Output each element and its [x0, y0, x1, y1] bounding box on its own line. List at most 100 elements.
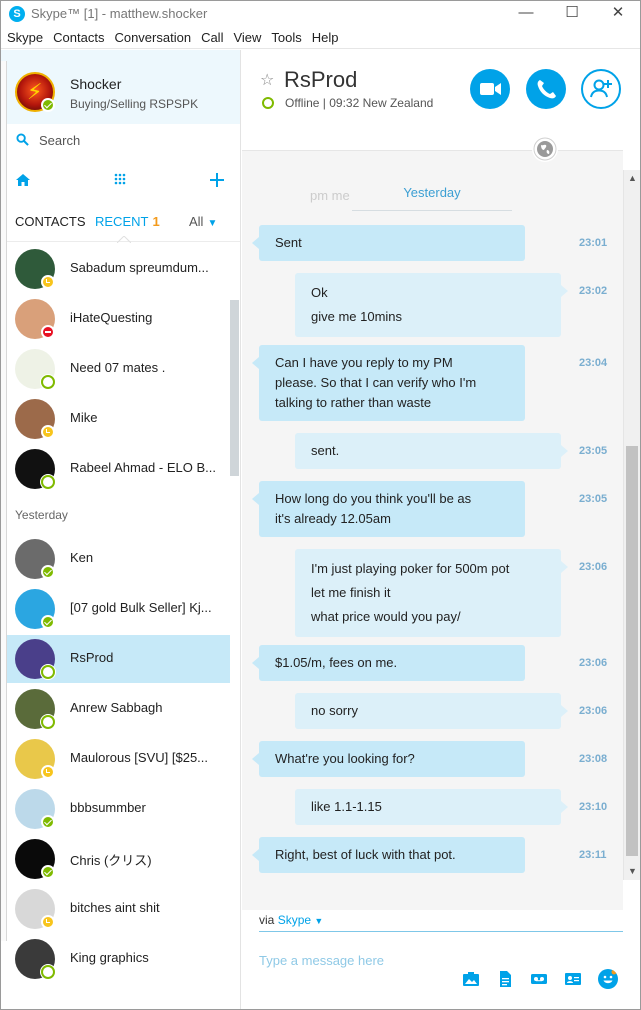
menu-conversation[interactable]: Conversation — [109, 29, 196, 47]
message-scrollbar[interactable]: ▲ ▼ — [623, 170, 640, 880]
recent-count-badge: 1 — [152, 214, 160, 229]
incoming-message-bubble[interactable]: Sent — [252, 225, 525, 261]
menu-call[interactable]: Call — [196, 29, 228, 47]
phone-icon — [537, 80, 556, 99]
contact-item[interactable]: Rabeel Ahmad - ELO B... — [7, 445, 230, 493]
contact-item[interactable]: Ken — [7, 535, 230, 583]
message-timestamp: 23:08 — [579, 753, 608, 765]
message-text: sent. — [311, 443, 340, 458]
composer-divider — [259, 931, 623, 932]
audio-call-button[interactable] — [526, 69, 566, 109]
contact-item[interactable]: Maulorous [SVU] [$25... — [7, 735, 230, 783]
contact-item[interactable]: Need 07 mates . — [7, 345, 230, 393]
contact-item[interactable]: iHateQuesting — [7, 295, 230, 343]
faded-message-text: pm me — [310, 188, 350, 203]
contact-name: Sabadum spreumdum... — [70, 260, 209, 275]
outgoing-message-bubble[interactable]: Ok give me 10mins — [295, 273, 568, 337]
contact-name: King graphics — [70, 950, 149, 965]
message-input[interactable] — [259, 949, 559, 971]
message-text: Right, best of luck with that pot. — [275, 847, 456, 862]
send-via-selector[interactable]: via Skype ▼ — [259, 913, 323, 927]
skype-app-icon: S — [9, 6, 25, 22]
incoming-message-bubble[interactable]: How long do you think you'll be as it's a… — [252, 481, 525, 537]
dialpad-icon[interactable] — [110, 170, 130, 190]
tab-recent[interactable]: RECENT 1 — [95, 214, 160, 229]
video-camera-icon — [480, 83, 501, 95]
add-plus-icon[interactable] — [207, 170, 227, 190]
contact-item[interactable]: bbbsummber — [7, 785, 230, 833]
emoticon-icon[interactable] — [598, 969, 618, 989]
contact-item[interactable]: Chris (クリス) — [7, 835, 230, 883]
profile-header[interactable]: ⚡ Shocker Buying/Selling RSPSPK — [1, 50, 240, 124]
contact-item[interactable]: Anrew Sabbagh — [7, 685, 230, 733]
globe-icon[interactable] — [532, 136, 558, 162]
conversation-title[interactable]: RsProd — [284, 67, 357, 93]
contact-name: Ken — [70, 550, 94, 565]
scroll-up-arrow[interactable]: ▲ — [624, 170, 640, 187]
status-indicator — [41, 275, 55, 289]
menu-view[interactable]: View — [228, 29, 266, 47]
status-indicator — [41, 475, 55, 489]
send-file-icon[interactable] — [496, 970, 514, 988]
message-text: $1.05/m, fees on me. — [275, 655, 398, 670]
outgoing-message-bubble[interactable]: sent. — [295, 433, 568, 469]
message-text: What're you looking for? — [275, 751, 415, 766]
message-timestamp: 23:04 — [579, 357, 608, 369]
contact-name: Anrew Sabbagh — [70, 700, 163, 715]
profile-mood-message[interactable]: Buying/Selling RSPSPK — [70, 97, 198, 111]
incoming-message-bubble[interactable]: Right, best of luck with that pot. — [252, 837, 525, 873]
status-indicator — [41, 865, 55, 879]
contact-item[interactable]: Mike — [7, 395, 230, 443]
contact-item[interactable]: [07 gold Bulk Seller] Kj... — [7, 585, 230, 633]
video-message-icon[interactable] — [530, 970, 548, 988]
message-timestamp: 23:01 — [579, 237, 608, 249]
contact-item[interactable]: King graphics — [7, 935, 230, 983]
outgoing-message-bubble[interactable]: I'm just playing poker for 500m pot let m… — [295, 549, 568, 637]
profile-status-indicator[interactable] — [41, 98, 55, 112]
maximize-button[interactable]: ☐ — [549, 1, 595, 27]
contact-name: RsProd — [70, 650, 114, 665]
contact-item[interactable]: RsProd — [7, 635, 230, 683]
message-timestamp: 23:06 — [579, 705, 608, 717]
contact-name: Maulorous [SVU] [$25... — [70, 750, 209, 765]
message-text: Can I have you reply to my PM — [275, 355, 453, 370]
add-people-button[interactable] — [581, 69, 621, 109]
menu-contacts[interactable]: Contacts — [48, 29, 109, 47]
tab-contacts[interactable]: CONTACTS — [15, 214, 86, 229]
conversation-header: ☆ RsProd Offline | 09:32 New Zealand — [242, 50, 640, 140]
menu-skype[interactable]: Skype — [1, 29, 48, 47]
send-image-icon[interactable] — [462, 970, 480, 988]
contact-name: Chris (クリス) — [70, 853, 152, 868]
message-text: no sorry — [311, 703, 358, 718]
incoming-message-bubble[interactable]: What're you looking for? — [252, 741, 525, 777]
window-title: Skype™ [1] - matthew.shocker — [31, 6, 208, 21]
favorite-star-icon[interactable]: ☆ — [260, 70, 274, 90]
chevron-down-icon: ▼ — [207, 218, 218, 229]
status-indicator — [41, 765, 55, 779]
message-composer: via Skype ▼ — [242, 910, 640, 1009]
outgoing-message-bubble[interactable]: like 1.1-1.15 — [295, 789, 568, 825]
menu-tools[interactable]: Tools — [266, 29, 306, 47]
home-icon[interactable] — [13, 170, 33, 190]
message-timestamp: 23:11 — [579, 849, 607, 861]
outgoing-message-bubble[interactable]: no sorry — [295, 693, 568, 729]
search-input[interactable] — [39, 131, 229, 149]
close-button[interactable]: ✕ — [595, 1, 640, 27]
incoming-message-bubble[interactable]: $1.05/m, fees on me. — [252, 645, 525, 681]
incoming-message-bubble[interactable]: Can I have you reply to my PM please. So … — [252, 345, 525, 421]
scroll-down-arrow[interactable]: ▼ — [624, 863, 640, 880]
status-indicator — [41, 965, 55, 979]
contact-list-scrollbar[interactable] — [230, 300, 239, 476]
status-indicator — [41, 325, 55, 339]
title-bar: S Skype™ [1] - matthew.shocker — ☐ ✕ — [1, 1, 640, 29]
contact-name: bbbsummber — [70, 800, 146, 815]
menu-help[interactable]: Help — [307, 29, 344, 47]
filter-dropdown[interactable]: All ▼ — [189, 214, 217, 229]
contact-item[interactable]: bitches aint shit — [7, 885, 230, 933]
minimize-button[interactable]: — — [503, 1, 549, 27]
video-call-button[interactable] — [470, 69, 510, 109]
send-contact-icon[interactable] — [564, 970, 582, 988]
status-indicator — [41, 915, 55, 929]
scrollbar-thumb[interactable] — [626, 446, 638, 856]
contact-item[interactable]: Sabadum spreumdum... — [7, 245, 230, 293]
